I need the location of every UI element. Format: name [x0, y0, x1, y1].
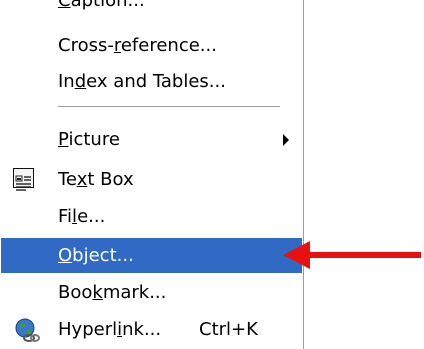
- menu-item-text-box[interactable]: Text Box: [0, 162, 303, 197]
- text-box-icon: [13, 168, 34, 191]
- menu-item-label: Picture: [58, 129, 120, 150]
- chevron-right-icon: [283, 134, 289, 146]
- red-arrow-icon: [283, 241, 421, 269]
- insert-menu: Caption... Cross-reference... Index and …: [0, 0, 304, 349]
- menu-item-object[interactable]: Object...: [1, 238, 302, 273]
- menu-item-label: Index and Tables...: [58, 71, 226, 92]
- menu-item-file[interactable]: File...: [0, 199, 303, 234]
- menu-item-label: Text Box: [58, 169, 134, 190]
- menu-item-hyperlink[interactable]: Hyperlink... Ctrl+K: [0, 312, 303, 347]
- menu-item-label: Hyperlink...: [58, 319, 162, 340]
- globe-link-icon: [14, 318, 40, 344]
- menu-item-label: Bookmark...: [58, 282, 167, 303]
- menu-item-index-and-tables[interactable]: Index and Tables...: [0, 64, 303, 99]
- menu-item-picture[interactable]: Picture: [0, 122, 303, 157]
- menu-item-label: File...: [58, 206, 106, 227]
- menu-item-label: Cross-reference...: [58, 35, 217, 56]
- menu-item-label: Caption...: [58, 0, 145, 11]
- menu-item-bookmark[interactable]: Bookmark...: [0, 275, 303, 310]
- menu-separator: [58, 106, 280, 108]
- screenshot: Caption... Cross-reference... Index and …: [0, 0, 424, 349]
- menu-item-shortcut: Ctrl+K: [199, 319, 258, 340]
- menu-item-label: Object...: [58, 245, 134, 266]
- menu-item-caption[interactable]: Caption...: [0, 0, 303, 18]
- menu-item-cross-reference[interactable]: Cross-reference...: [0, 28, 303, 63]
